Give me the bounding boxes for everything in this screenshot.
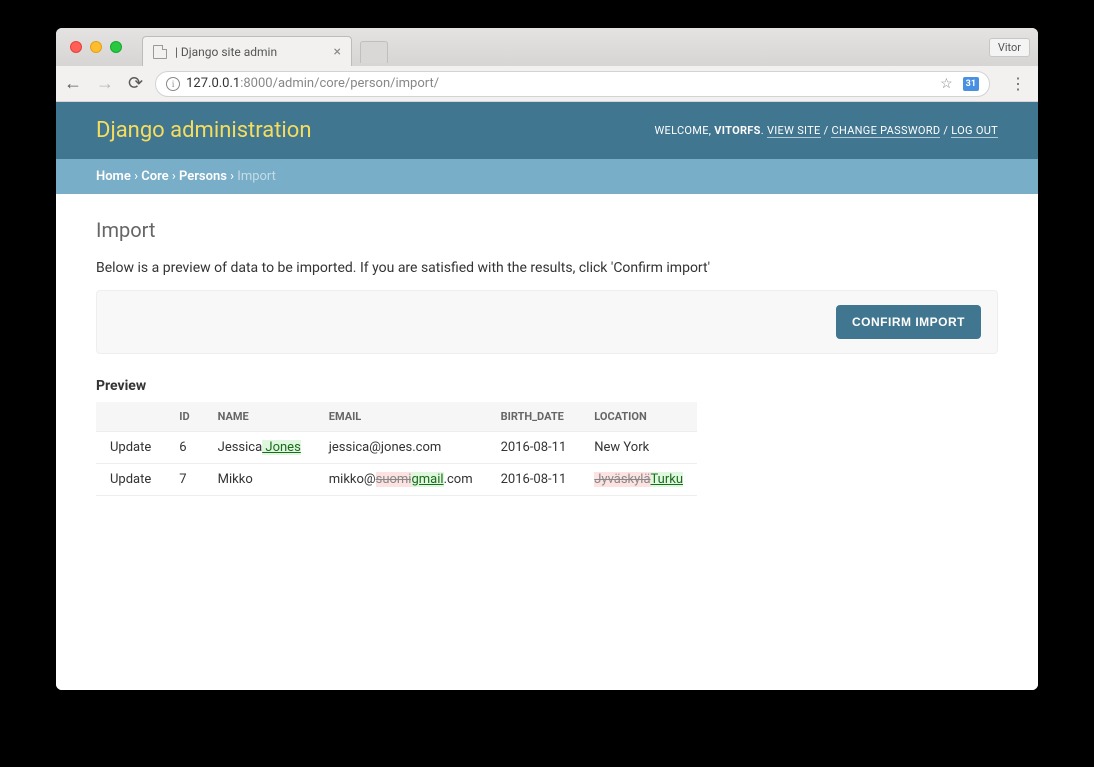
window-close-icon[interactable] (70, 41, 82, 53)
breadcrumb-current: Import (237, 169, 276, 184)
diff-same: Jessica (218, 440, 263, 455)
nav-icons: ← → ⟳ (64, 73, 143, 94)
table-row: Update6Jessica Jonesjessica@jones.com201… (96, 432, 697, 464)
url-host: 127.0.0.1 (186, 76, 240, 91)
window-minimize-icon[interactable] (90, 41, 102, 53)
breadcrumb-model[interactable]: Persons (179, 169, 227, 184)
site-info-icon[interactable]: i (166, 77, 180, 91)
col-name: NAME (204, 402, 315, 432)
cell-email: mikko@suomigmail.com (315, 464, 487, 496)
browser-tab[interactable]: | Django site admin × (142, 36, 352, 66)
diff-inserted: Turku (651, 472, 683, 487)
breadcrumb-app[interactable]: Core (141, 169, 168, 184)
diff-same: mikko@ (329, 472, 376, 487)
diff-same: New York (594, 440, 649, 455)
main-content: Import Below is a preview of data to be … (56, 194, 1038, 520)
tab-close-icon[interactable]: × (334, 44, 341, 60)
user-tools: WELCOME, VITORFS. VIEW SITE / CHANGE PAS… (654, 124, 998, 137)
diff-same: Mikko (218, 472, 253, 487)
cell-action: Update (96, 432, 165, 464)
window-maximize-icon[interactable] (110, 41, 122, 53)
cell-id: 7 (165, 464, 203, 496)
cell-birth-date: 2016-08-11 (487, 432, 581, 464)
username: VITORFS (714, 124, 760, 137)
diff-same: .com (444, 472, 473, 487)
col-birth-date: BIRTH_DATE (487, 402, 581, 432)
logout-link[interactable]: LOG OUT (951, 124, 998, 138)
browser-menu-icon[interactable]: ⋮ (1010, 74, 1026, 93)
url-text: 127.0.0.1:8000/admin/core/person/import/ (186, 76, 439, 91)
url-bar: ← → ⟳ i 127.0.0.1:8000/admin/core/person… (56, 66, 1038, 102)
col-id: ID (165, 402, 203, 432)
cell-action: Update (96, 464, 165, 496)
cell-name: Mikko (204, 464, 315, 496)
address-bar[interactable]: i 127.0.0.1:8000/admin/core/person/impor… (155, 71, 990, 97)
tab-title: | Django site admin (175, 45, 277, 59)
cell-id: 6 (165, 432, 203, 464)
help-text: Below is a preview of data to be importe… (96, 260, 998, 276)
reload-button[interactable]: ⟳ (128, 73, 143, 94)
django-header: Django administration WELCOME, VITORFS. … (56, 102, 1038, 159)
preview-heading: Preview (96, 378, 998, 394)
col-action (96, 402, 165, 432)
forward-button[interactable]: → (96, 73, 114, 94)
breadcrumb-home[interactable]: Home (96, 169, 131, 184)
cell-location: New York (580, 432, 697, 464)
tab-bar: | Django site admin × Vitor (56, 28, 1038, 66)
preview-table: ID NAME EMAIL BIRTH_DATE LOCATION Update… (96, 402, 697, 496)
diff-deleted: suomi (376, 472, 412, 487)
diff-deleted: Jyväskylä (594, 472, 650, 487)
traffic-lights (70, 41, 122, 53)
new-tab-button[interactable] (360, 41, 388, 63)
action-row: CONFIRM IMPORT (96, 290, 998, 354)
cell-location: JyväskyläTurku (580, 464, 697, 496)
page-content: Django administration WELCOME, VITORFS. … (56, 102, 1038, 690)
cell-name: Jessica Jones (204, 432, 315, 464)
browser-profile-badge[interactable]: Vitor (989, 38, 1030, 57)
col-email: EMAIL (315, 402, 487, 432)
diff-same: jessica@jones.com (329, 440, 442, 455)
cell-email: jessica@jones.com (315, 432, 487, 464)
page-title: Import (96, 218, 998, 242)
confirm-import-button[interactable]: CONFIRM IMPORT (836, 305, 981, 339)
cell-birth-date: 2016-08-11 (487, 464, 581, 496)
site-title[interactable]: Django administration (96, 118, 311, 143)
url-right-icons: ☆ 31 (940, 76, 979, 92)
breadcrumb: Home › Core › Persons › Import (56, 159, 1038, 194)
url-path: :8000/admin/core/person/import/ (240, 76, 439, 91)
diff-inserted: Jones (262, 440, 301, 455)
table-row: Update7Mikkomikko@suomigmail.com2016-08-… (96, 464, 697, 496)
page-icon (153, 45, 167, 59)
extension-icon[interactable]: 31 (963, 77, 979, 91)
view-site-link[interactable]: VIEW SITE (767, 124, 821, 138)
change-password-link[interactable]: CHANGE PASSWORD (831, 124, 940, 138)
bookmark-icon[interactable]: ☆ (940, 76, 953, 92)
welcome-text: WELCOME, (654, 124, 714, 137)
back-button[interactable]: ← (64, 73, 82, 94)
browser-window: | Django site admin × Vitor ← → ⟳ i 127.… (56, 28, 1038, 690)
diff-inserted: gmail (411, 472, 443, 487)
col-location: LOCATION (580, 402, 697, 432)
